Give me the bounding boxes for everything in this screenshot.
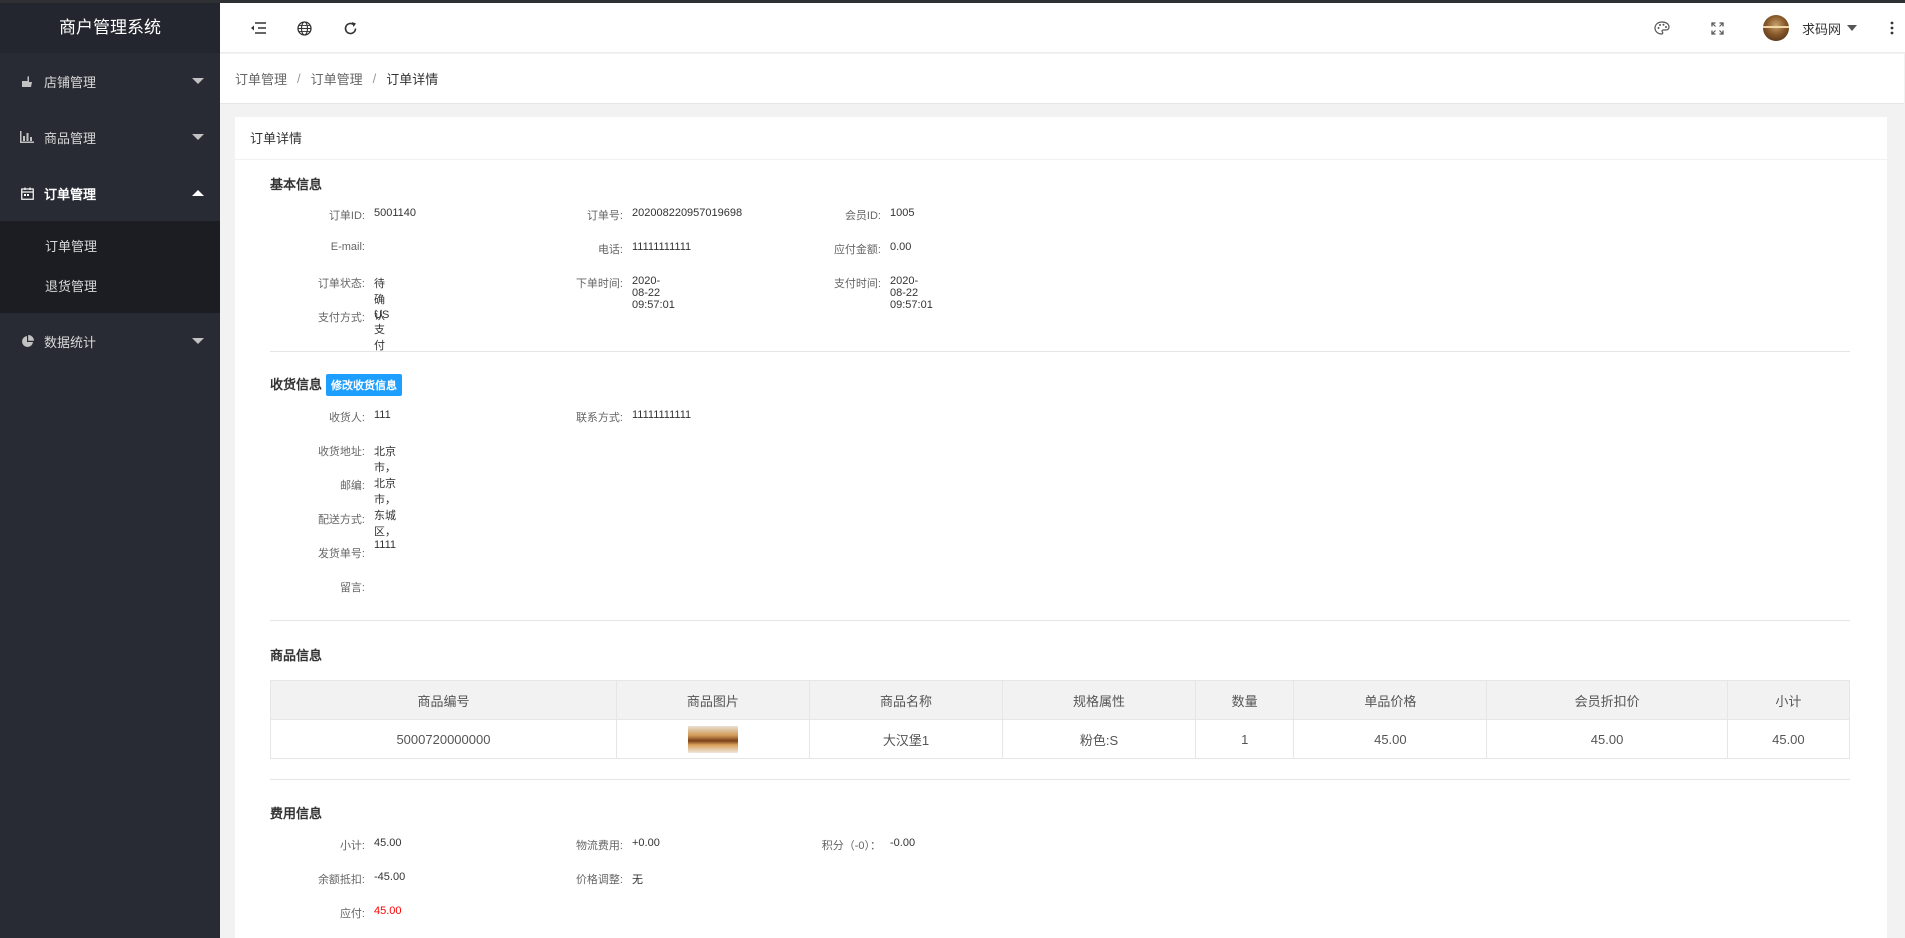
app-title: 商户管理系统	[0, 3, 220, 53]
cell-goods-member-price: 45.00	[1486, 719, 1728, 759]
chevron-down-icon	[192, 78, 204, 84]
fullscreen-icon	[1710, 21, 1724, 35]
edit-shipping-button[interactable]: 修改收货信息	[326, 374, 403, 396]
menu-fold-icon	[251, 22, 266, 34]
breadcrumb-current: 订单详情	[386, 72, 439, 87]
sidebar-subitem-order-manage[interactable]: 订单管理	[0, 227, 220, 267]
sidebar-subitem-return-manage[interactable]: 退货管理	[0, 267, 220, 307]
table-row: 5000720000000 大汉堡1 粉色:S 1 45.00 45.00 45…	[270, 719, 1851, 759]
table-header-row: 商品编号 商品图片 商品名称 规格属性 数量 单品价格 会员折扣价 小计	[270, 680, 1851, 720]
breadcrumb-item[interactable]: 订单管理	[235, 69, 287, 88]
hand-icon	[20, 74, 34, 88]
sidebar-item-store[interactable]: 店铺管理	[0, 53, 220, 109]
column-header: 小计	[1726, 680, 1851, 720]
column-header: 商品图片	[615, 680, 810, 720]
section-title-shipping: 收货信息 修改收货信息	[270, 374, 403, 396]
cell-goods-subtotal: 45.00	[1726, 719, 1851, 759]
avatar	[1763, 15, 1789, 41]
product-thumbnail[interactable]	[687, 725, 738, 753]
user-name: 求码网	[1802, 21, 1842, 37]
menu-toggle-button[interactable]	[238, 3, 278, 53]
more-vertical-icon	[1890, 21, 1894, 35]
divider	[270, 620, 1850, 621]
more-button[interactable]	[1879, 3, 1905, 53]
website-button[interactable]	[284, 3, 324, 53]
sidebar-item-goods[interactable]: 商品管理	[0, 109, 220, 165]
sidebar-item-label: 商品管理	[44, 130, 97, 146]
theme-button[interactable]	[1642, 3, 1682, 53]
section-title-fees: 费用信息	[270, 806, 323, 821]
user-menu[interactable]: 求码网	[1763, 3, 1858, 53]
divider	[270, 779, 1850, 780]
breadcrumb-item[interactable]: 订单管理	[311, 69, 363, 88]
sidebar-item-orders[interactable]: 订单管理	[0, 165, 220, 221]
bar-chart-icon	[20, 130, 34, 144]
globe-icon	[296, 20, 312, 36]
cell-goods-image	[615, 719, 810, 759]
section-title-basic: 基本信息	[270, 177, 323, 192]
sidebar-item-statistics[interactable]: 数据统计	[0, 313, 220, 369]
cell-goods-name: 大汉堡1	[808, 719, 1003, 759]
column-header: 商品编号	[270, 680, 617, 720]
column-header: 单品价格	[1293, 680, 1488, 720]
cell-goods-spec: 粉色:S	[1001, 719, 1197, 759]
column-header: 会员折扣价	[1486, 680, 1728, 720]
breadcrumb: 订单管理 / 订单管理 / 订单详情	[220, 54, 1904, 104]
chevron-up-icon	[192, 190, 204, 196]
column-header: 数量	[1194, 680, 1295, 720]
breadcrumb-separator: /	[297, 71, 301, 86]
column-header: 规格属性	[1001, 680, 1197, 720]
calendar-icon	[20, 186, 34, 200]
sidebar-item-label: 数据统计	[44, 334, 97, 350]
breadcrumb-separator: /	[372, 71, 377, 86]
chevron-down-icon	[192, 338, 204, 344]
cell-goods-qty: 1	[1194, 719, 1295, 759]
fullscreen-button[interactable]	[1697, 3, 1737, 53]
refresh-button[interactable]	[330, 3, 370, 53]
section-title-goods: 商品信息	[270, 648, 323, 663]
pie-chart-icon	[20, 334, 34, 348]
section-title-shipping-label: 收货信息	[270, 377, 323, 392]
card-title: 订单详情	[235, 117, 1887, 160]
goods-table: 商品编号 商品图片 商品名称 规格属性 数量 单品价格 会员折扣价 小计 500…	[270, 680, 1851, 759]
cell-goods-id: 5000720000000	[270, 719, 617, 759]
chevron-down-icon	[192, 134, 204, 140]
chevron-down-icon	[1847, 25, 1858, 31]
order-detail-card: 订单详情 基本信息 订单ID: 5001140 订单号: 20200822095…	[235, 117, 1887, 938]
column-header: 商品名称	[808, 680, 1003, 720]
divider	[270, 351, 1850, 352]
sidebar-item-label: 订单管理	[44, 186, 97, 202]
sidebar-submenu-orders: 订单管理 退货管理	[0, 221, 220, 313]
palette-icon	[1654, 21, 1670, 35]
sidebar: 商户管理系统 店铺管理 商品管理 订单管理 订单管理 退货管理 数据统计	[0, 3, 220, 938]
top-header: 求码网	[220, 3, 1905, 53]
refresh-icon	[344, 21, 356, 34]
sidebar-item-label: 店铺管理	[44, 74, 97, 90]
cell-goods-price: 45.00	[1293, 719, 1488, 759]
